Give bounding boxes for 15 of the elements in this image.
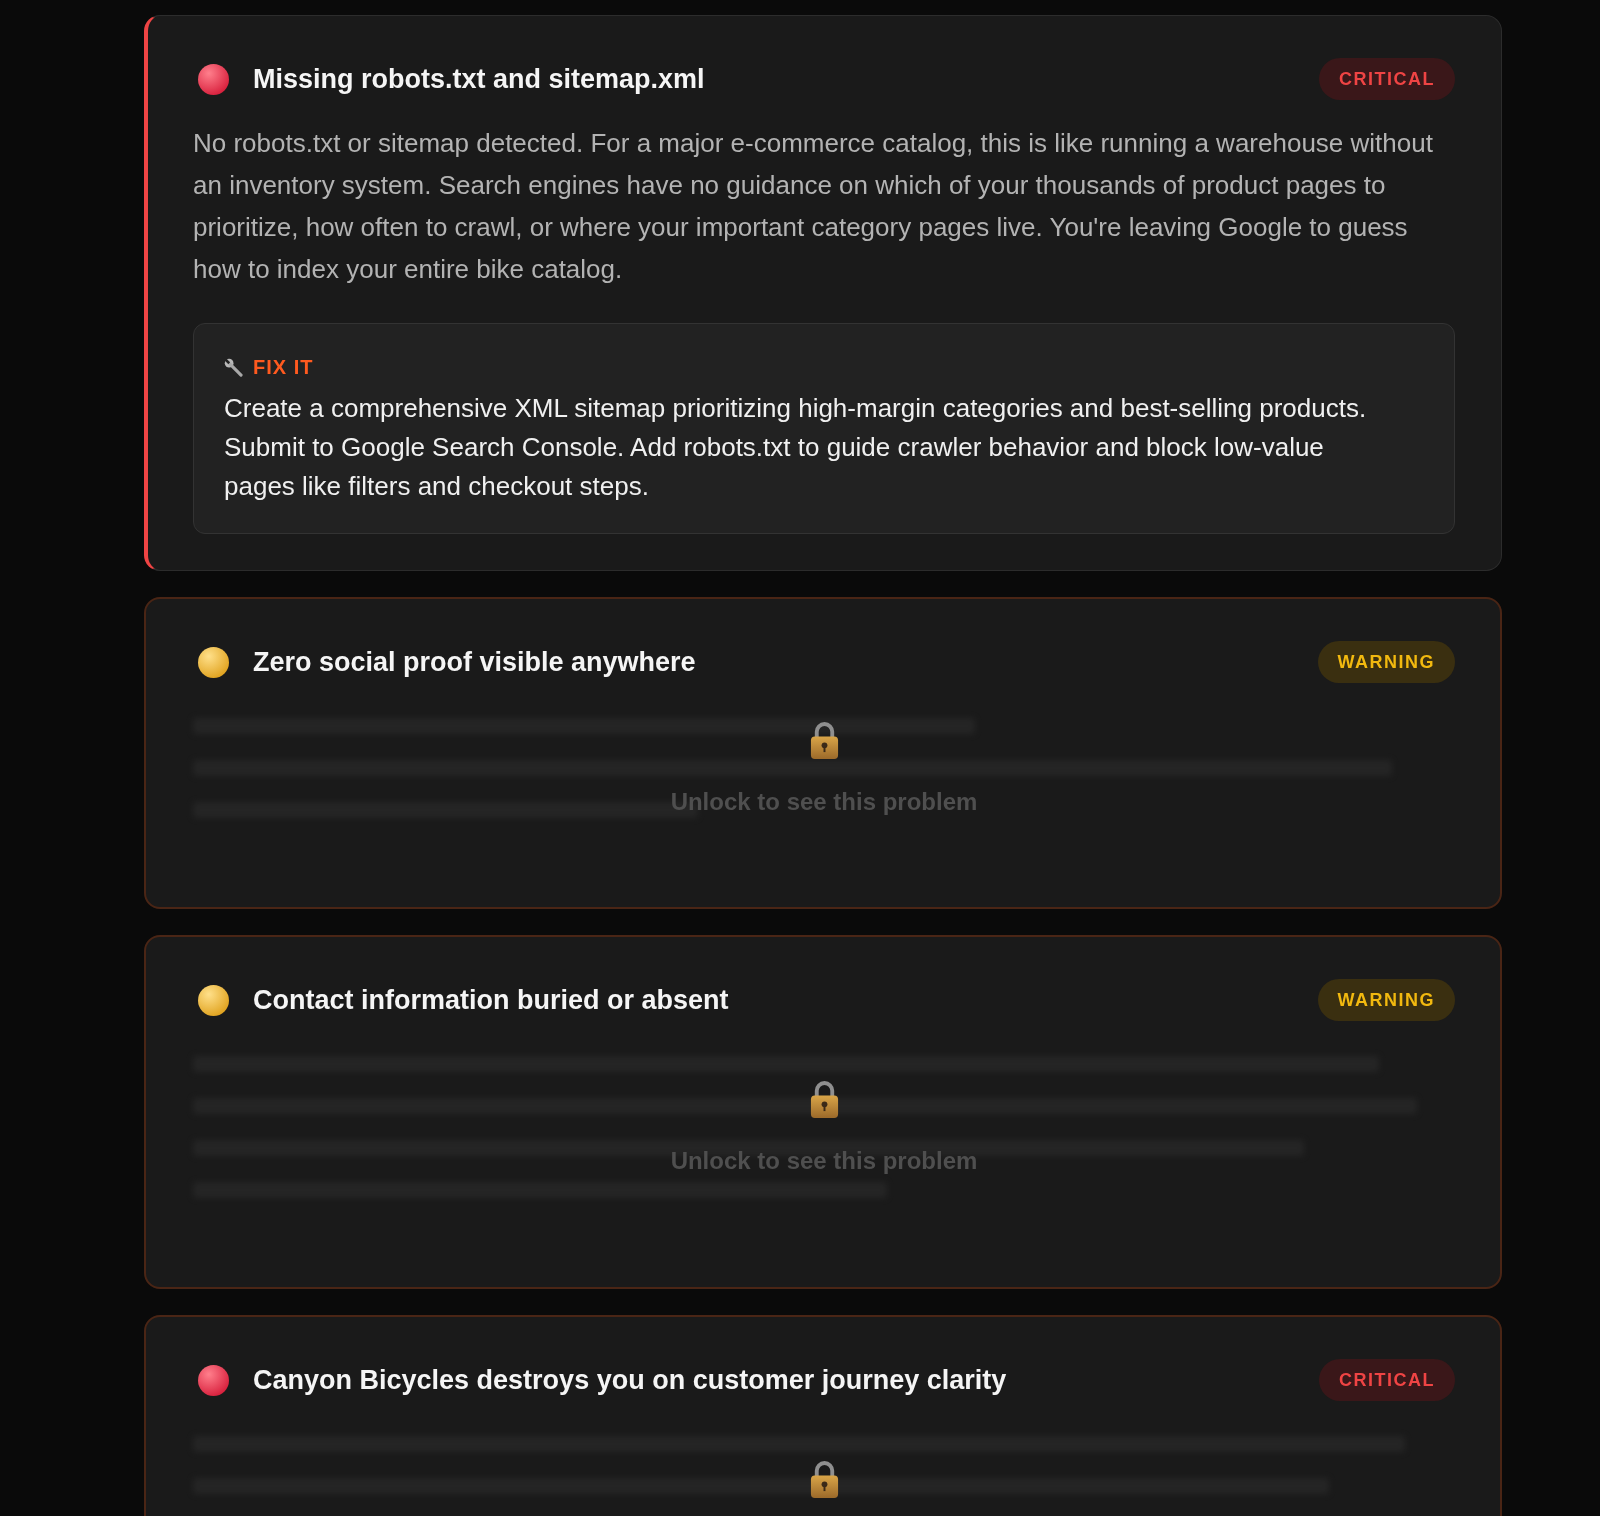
issue-title: Contact information buried or absent xyxy=(253,984,729,1017)
issue-title: Zero social proof visible anywhere xyxy=(253,646,696,679)
fix-it-label: FIX IT xyxy=(253,355,314,380)
severity-badge: CRITICAL xyxy=(1319,1359,1455,1401)
lock-icon xyxy=(808,1459,840,1498)
lock-icon xyxy=(808,720,840,759)
severity-badge: WARNING xyxy=(1317,641,1455,683)
issue-title: Missing robots.txt and sitemap.xml xyxy=(253,63,705,96)
issue-title: Canyon Bicycles destroys you on customer journey clarity xyxy=(253,1364,1007,1397)
fix-it-text: Create a comprehensive XML sitemap prioritizing high-margin categories and best-selling products. Submit to Google Search Console. Add robots.txt to guide crawler behavior and block low-value pages like filters and checkout steps. xyxy=(224,392,1368,503)
lock-icon xyxy=(808,1079,840,1118)
issue-description: No robots.txt or sitemap detected. For a major e-commerce catalog, this is like running a warehouse without an inventory system. Search engines have no guidance on which of your thousands of product pages to prioritize, how often to crawl, or where your important category pages live. You're leaving Google to guess how to index your entire bike catalog. xyxy=(193,127,1434,286)
wrench-icon xyxy=(224,357,243,377)
severity-badge: CRITICAL xyxy=(1319,58,1455,100)
severity-badge: WARNING xyxy=(1317,979,1455,1021)
